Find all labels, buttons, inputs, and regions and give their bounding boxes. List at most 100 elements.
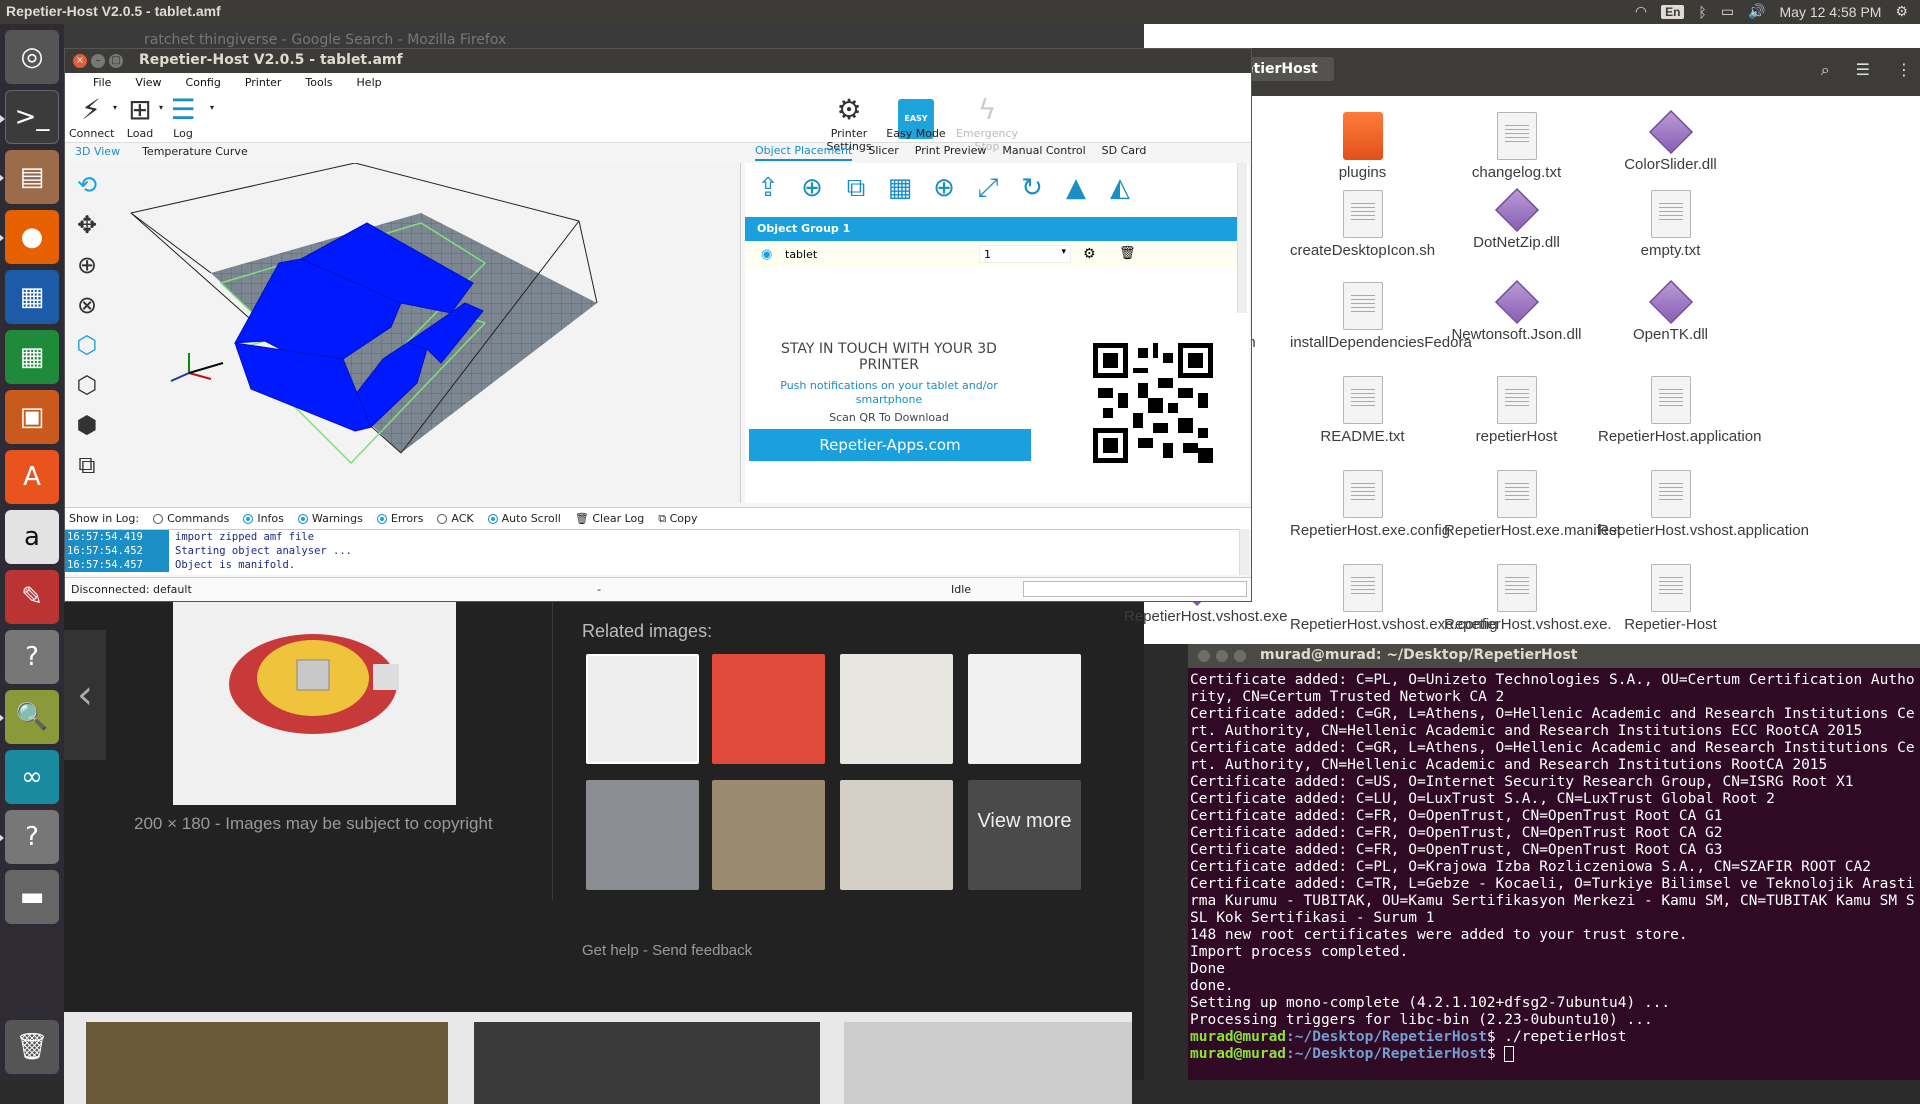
get-help-link[interactable]: Get help xyxy=(582,942,639,959)
bluetooth-icon[interactable]: ᛒ xyxy=(1698,4,1706,20)
tab-object-placement[interactable]: Object Placement xyxy=(755,144,853,161)
3d-viewport[interactable]: ⟲ ✥ ⊕ ⊗ ⬡ ⬡ ⬢ ⧉ xyxy=(67,163,741,503)
related-image-1[interactable] xyxy=(586,654,699,764)
menu-printer[interactable]: Printer xyxy=(233,73,294,93)
tab-3d-view[interactable]: 3D View xyxy=(75,145,120,158)
auto-scroll[interactable]: Auto Scroll xyxy=(487,512,561,525)
toolbar-more-arrow-icon[interactable]: ▾ xyxy=(207,103,217,112)
tab-manual-control[interactable]: Manual Control xyxy=(1002,144,1085,161)
close-icon[interactable] xyxy=(1198,650,1210,662)
zoom-icon[interactable]: ⊕ xyxy=(71,249,103,281)
center-object-icon[interactable]: ⊕ xyxy=(927,171,961,205)
object-settings-gear-icon[interactable]: ⚙ xyxy=(1083,246,1096,262)
connect-button[interactable]: ⚡ Connect xyxy=(69,95,114,141)
search-icon[interactable]: ⌕ xyxy=(1821,60,1830,80)
file-item[interactable]: empty.txt xyxy=(1598,190,1743,259)
arduino-icon[interactable]: ∞ xyxy=(5,750,59,804)
minimize-icon[interactable] xyxy=(1216,650,1228,662)
copy-log-button[interactable]: ⧉ Copy xyxy=(658,512,697,526)
screenshot-viewer-icon[interactable]: 🔍 xyxy=(0,690,59,744)
object-copies-select[interactable]: 1 ▾ xyxy=(979,245,1071,263)
file-item[interactable]: DotNetZip.dll xyxy=(1444,187,1589,251)
toggle-view-icon[interactable]: ⧉ xyxy=(71,449,103,481)
menu-tools[interactable]: Tools xyxy=(293,73,344,93)
load-button[interactable]: ⊞ Load xyxy=(121,95,159,141)
easy-mode-button[interactable]: EASY Easy Mode xyxy=(883,95,949,140)
related-image-6[interactable] xyxy=(712,780,825,890)
iso-view-icon[interactable]: ⬡ xyxy=(71,329,103,361)
file-item[interactable]: changelog.txt xyxy=(1444,112,1589,181)
related-image-7[interactable] xyxy=(840,780,953,890)
filter-infos[interactable]: Infos xyxy=(243,512,284,525)
file-item[interactable]: README.txt xyxy=(1290,376,1435,445)
firefox-launcher-icon[interactable]: ● xyxy=(0,210,59,264)
result-image-1[interactable] xyxy=(86,1022,448,1104)
object-row[interactable]: ◉ tablet 1 ▾ ⚙ 🗑 xyxy=(745,243,1237,267)
keyboard-layout-indicator[interactable]: En xyxy=(1661,4,1685,19)
file-item[interactable]: ColorSlider.dll xyxy=(1598,109,1743,173)
clear-log-button[interactable]: 🗑 Clear Log xyxy=(575,512,644,525)
unknown-app-icon-2[interactable]: ? xyxy=(0,810,59,864)
impress-launcher-icon[interactable]: ▣ xyxy=(5,390,59,444)
load-dropdown-arrow-icon[interactable]: ▾ xyxy=(157,103,165,112)
filter-commands[interactable]: Commands xyxy=(153,512,229,525)
terminal-output[interactable]: Certificate added: C=PL, O=Unizeto Techn… xyxy=(1190,672,1918,1063)
file-item[interactable]: RepetierHost.exe.config xyxy=(1290,470,1450,539)
warnings-toggle[interactable] xyxy=(297,514,308,524)
menu-view[interactable]: View xyxy=(123,73,173,93)
related-image-5[interactable] xyxy=(586,780,699,890)
file-item[interactable]: Newtonsoft.Json.dll xyxy=(1444,279,1589,343)
file-item[interactable]: RepetierHost.vshost.exe. xyxy=(1444,564,1612,633)
related-image-3[interactable] xyxy=(840,654,953,764)
menu-help[interactable]: Help xyxy=(345,73,394,93)
menu-config[interactable]: Config xyxy=(174,73,233,93)
front-view-icon[interactable]: ⬡ xyxy=(71,369,103,401)
object-list-scrollbar[interactable] xyxy=(1237,163,1247,313)
unknown-app-icon[interactable]: ? xyxy=(5,630,59,684)
related-image-2[interactable] xyxy=(712,654,825,764)
result-image-2[interactable] xyxy=(474,1022,820,1104)
copy-object-icon[interactable]: ⧉ xyxy=(839,171,873,205)
previous-image-arrow-icon[interactable]: ‹ xyxy=(64,630,106,760)
trash-icon[interactable]: 🗑 xyxy=(5,1020,59,1074)
clock[interactable]: May 12 4:58 PM xyxy=(1780,4,1882,20)
ubuntu-dash-icon[interactable]: ◎ xyxy=(5,30,59,84)
file-item[interactable]: Repetier-Host xyxy=(1598,564,1743,633)
filter-warnings[interactable]: Warnings xyxy=(297,512,363,525)
mirror-object-icon[interactable]: ◭ xyxy=(1103,171,1137,205)
tab-temperature-curve[interactable]: Temperature Curve xyxy=(142,145,248,158)
list-view-icon[interactable]: ☰ xyxy=(1856,60,1870,80)
terminal-launcher-icon[interactable]: >_ xyxy=(0,90,59,144)
repetier-apps-link-button[interactable]: Repetier-Apps.com xyxy=(749,429,1031,461)
cut-object-icon[interactable]: ▲ xyxy=(1059,171,1093,205)
volume-icon[interactable]: 🔊 xyxy=(1748,3,1765,20)
system-settings-icon[interactable]: ✎ xyxy=(5,570,59,624)
file-item[interactable]: plugins xyxy=(1290,112,1435,181)
writer-launcher-icon[interactable]: ▦ xyxy=(5,270,59,324)
autoposition-icon[interactable]: ▦ xyxy=(883,171,917,205)
file-item[interactable]: RepetierHost.vshost.application xyxy=(1598,470,1809,539)
file-item[interactable]: installDependenciesFedora xyxy=(1290,282,1472,351)
add-object-icon[interactable]: ⊕ xyxy=(795,171,829,205)
close-icon[interactable]: × xyxy=(73,54,87,68)
related-image-4[interactable] xyxy=(968,654,1081,764)
auto-scroll-toggle[interactable] xyxy=(487,514,498,524)
scale-object-icon[interactable]: ⤢ xyxy=(971,171,1005,205)
menu-icon[interactable]: ⋮ xyxy=(1896,60,1912,80)
battery-icon[interactable]: ▭ xyxy=(1721,3,1734,20)
rotate-view-icon[interactable]: ⟲ xyxy=(71,169,103,201)
fit-view-icon[interactable]: ⊗ xyxy=(71,289,103,321)
file-item[interactable]: OpenTK.dll xyxy=(1598,279,1743,343)
rotate-object-icon[interactable]: ↻ xyxy=(1015,171,1049,205)
file-item[interactable]: createDesktopIcon.sh xyxy=(1290,190,1435,259)
ack-toggle[interactable] xyxy=(437,514,448,524)
log-output[interactable]: 16:57:54.419 import zipped amf file 16:57… xyxy=(65,529,1241,575)
tab-sd-card[interactable]: SD Card xyxy=(1102,144,1147,161)
filter-errors[interactable]: Errors xyxy=(376,512,423,525)
tab-print-preview[interactable]: Print Preview xyxy=(915,144,987,161)
send-feedback-link[interactable]: Send feedback xyxy=(652,942,752,959)
maximize-icon[interactable] xyxy=(1234,650,1246,662)
top-view-icon[interactable]: ⬢ xyxy=(71,409,103,441)
file-item[interactable]: RepetierHost.exe.manifest xyxy=(1444,470,1621,539)
calc-launcher-icon[interactable]: ▦ xyxy=(5,330,59,384)
